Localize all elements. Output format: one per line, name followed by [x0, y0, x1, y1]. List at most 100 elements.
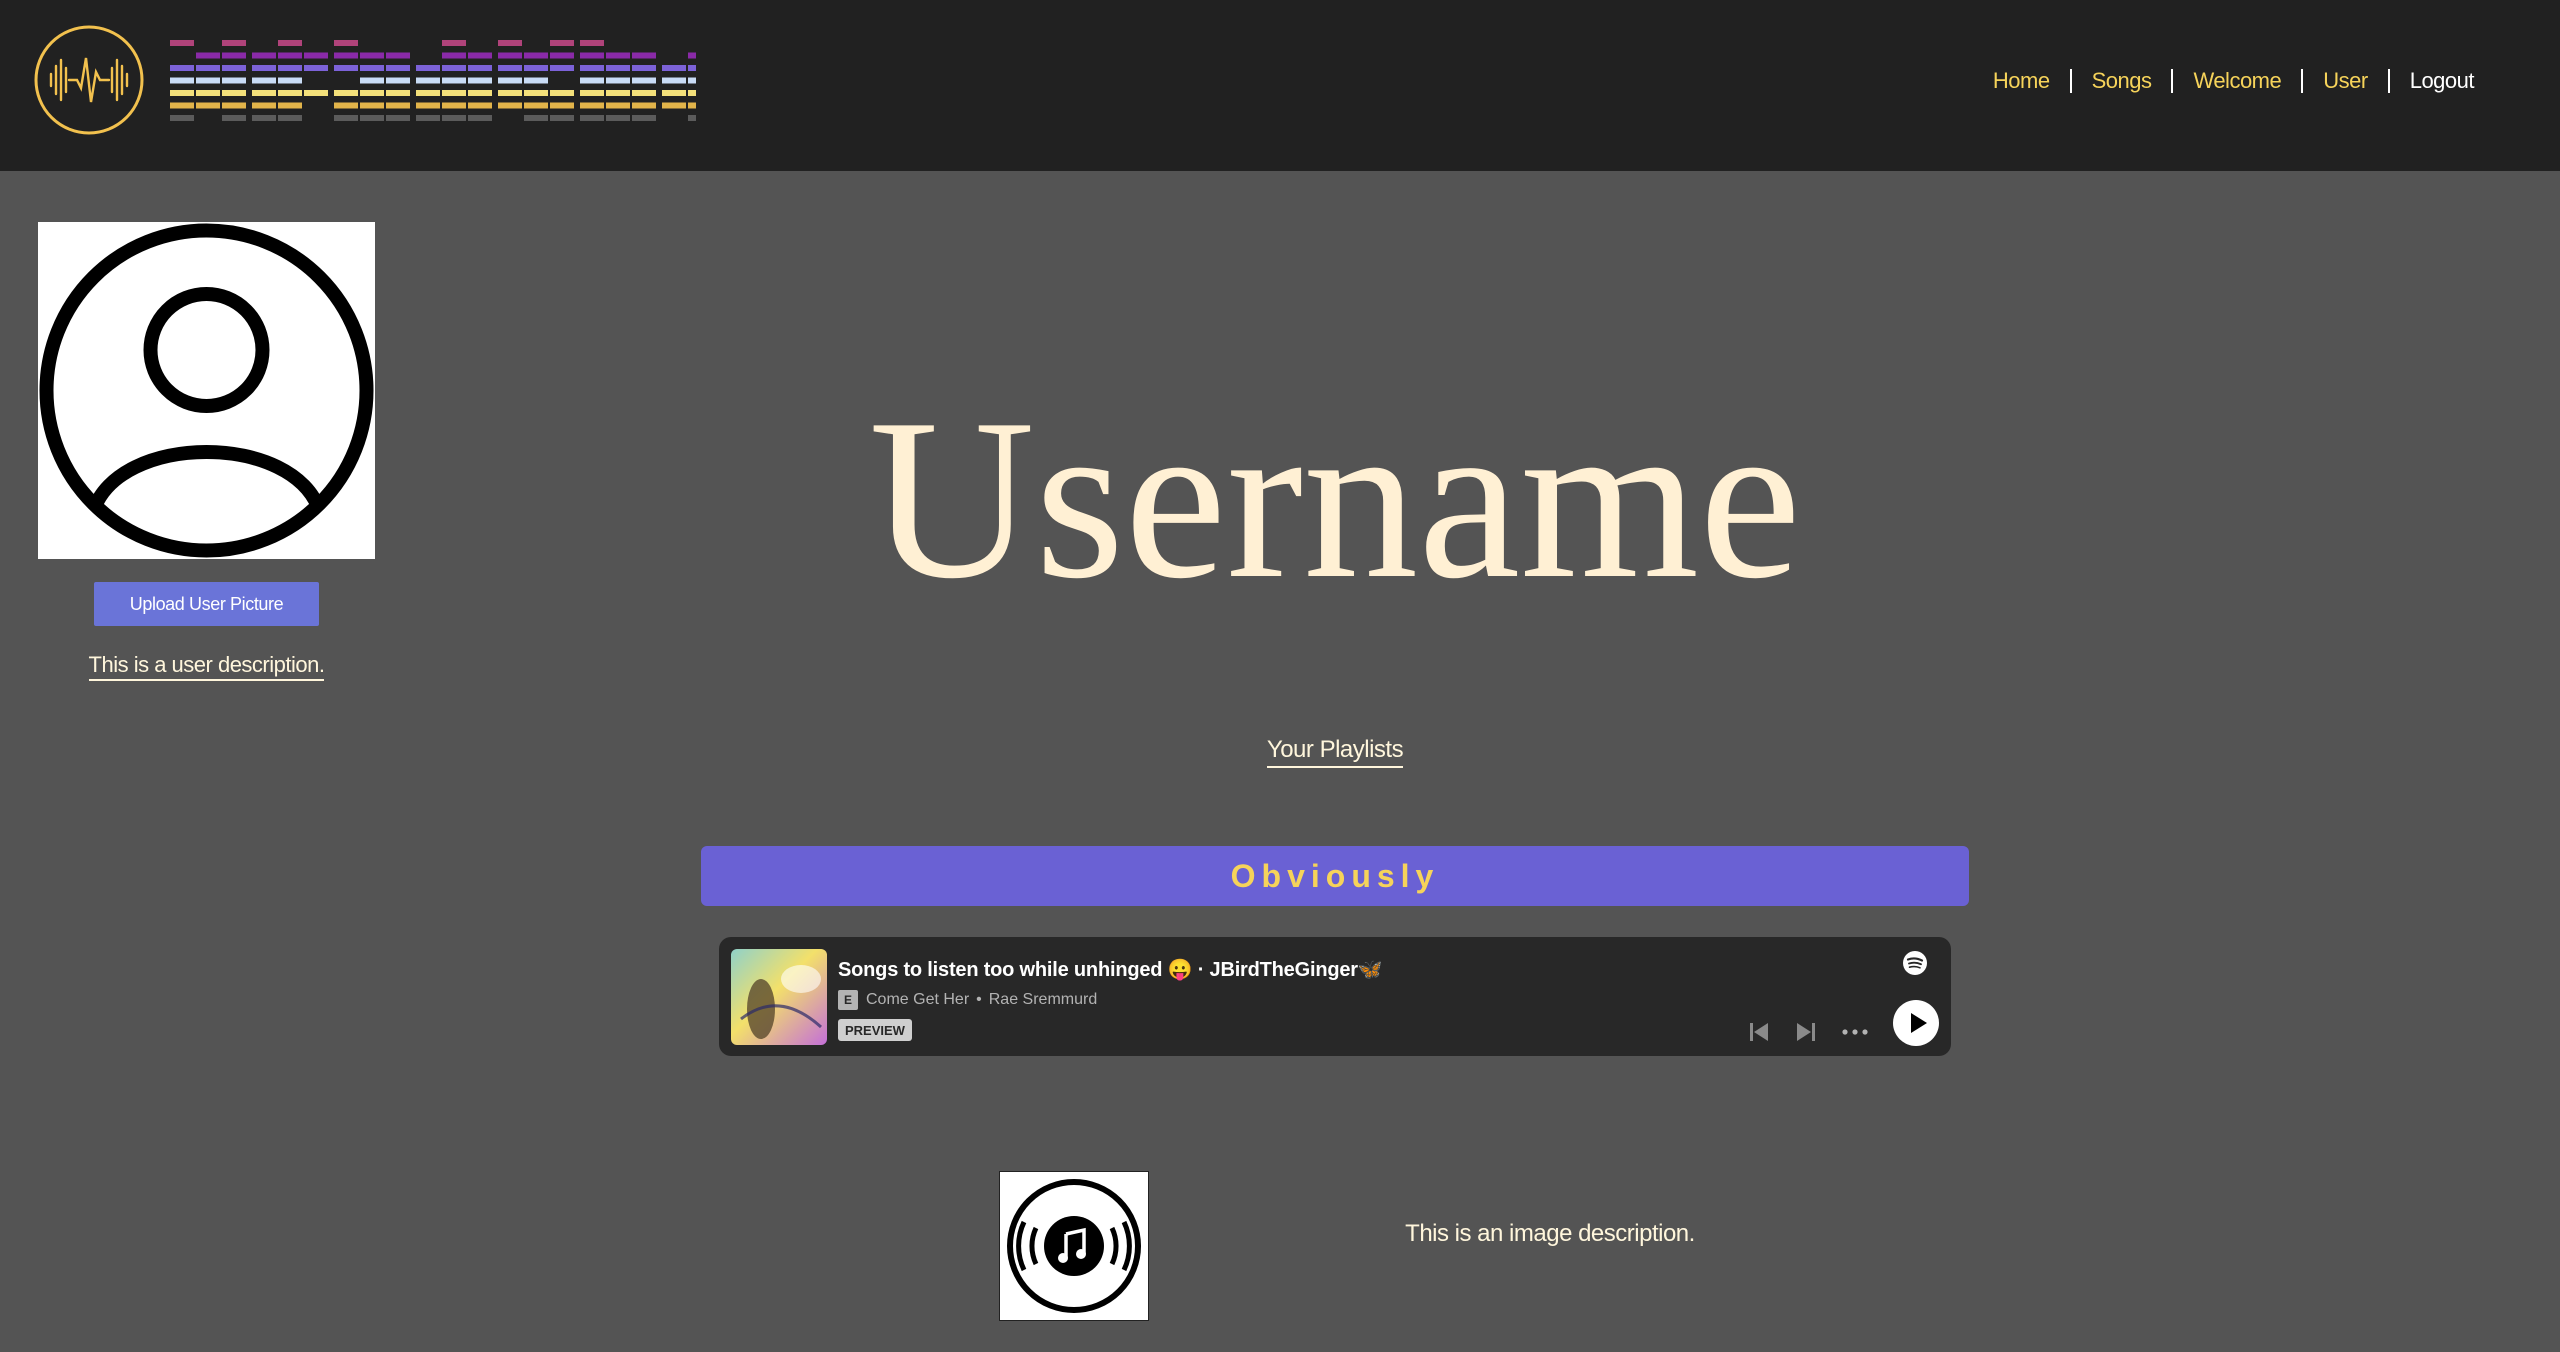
playlists-heading-link[interactable]: Your Playlists — [1266, 736, 1404, 768]
wordmark-bar — [498, 40, 522, 46]
user-silhouette-icon — [39, 223, 374, 558]
wordmark-bar — [170, 77, 194, 84]
wordmark-bar — [688, 52, 696, 59]
spotify-logo-icon[interactable] — [1902, 950, 1928, 976]
wordmark-bar — [632, 102, 656, 109]
wordmark-bar — [498, 65, 522, 71]
wordmark-bar — [688, 102, 696, 109]
wordmark-bar — [222, 52, 246, 59]
wordmark-bar — [252, 90, 276, 96]
play-button-icon[interactable] — [1893, 1000, 1939, 1046]
wordmark-bar — [360, 52, 384, 59]
wordmark-bar — [386, 90, 410, 96]
wordmark-bar — [416, 115, 440, 121]
wordmark-bar — [278, 102, 302, 109]
wordmark-bar — [416, 65, 440, 71]
wordmark-bar — [278, 52, 302, 59]
wordmark-bar — [662, 102, 686, 109]
wordmark-bar — [606, 102, 630, 109]
wordmark-bar — [442, 90, 466, 96]
wordmark-bar — [632, 77, 656, 84]
playlist-name-banner[interactable]: Obviously — [701, 846, 1969, 906]
wordmark-bar — [662, 77, 686, 84]
explicit-badge: E — [838, 990, 858, 1010]
spotify-embed-player: Songs to listen too while unhinged 😛 · J… — [719, 937, 1951, 1056]
wordmark-bar — [252, 102, 276, 109]
embed-playlist-title[interactable]: Songs to listen too while unhinged 😛 · J… — [838, 957, 1383, 982]
nav-songs[interactable]: Songs — [2072, 68, 2172, 94]
wordmark-bar — [688, 90, 696, 96]
wordmark-bar — [632, 52, 656, 59]
wordmark-bar — [580, 115, 604, 121]
wordmark-bar — [386, 102, 410, 109]
wordmark-bar — [498, 90, 522, 96]
wordmark-bar — [524, 90, 548, 96]
wordmark-bar — [498, 52, 522, 59]
wordmark-bar — [442, 40, 466, 46]
wordmark-bar — [550, 102, 574, 109]
wordmark-bar — [170, 102, 194, 109]
wordmark-bar — [442, 115, 466, 121]
wordmark-bar — [222, 40, 246, 46]
nav-logout[interactable]: Logout — [2390, 68, 2494, 94]
embed-track-line: E Come Get Her • Rae Sremmurd — [838, 990, 1097, 1010]
wordmark-bar — [550, 65, 574, 71]
wordmark-bar — [524, 52, 548, 59]
wordmark-bar — [468, 102, 492, 109]
wordmark-bar — [606, 90, 630, 96]
nav-user[interactable]: User — [2303, 68, 2387, 94]
more-options-icon[interactable] — [1840, 1024, 1870, 1040]
wordmark-bar — [468, 52, 492, 59]
wordmark-bar — [334, 52, 358, 59]
wordmark-bar — [278, 40, 302, 46]
wordmark-bar — [468, 77, 492, 84]
album-cover-image[interactable] — [731, 949, 827, 1045]
wordmark-bar — [606, 115, 630, 121]
wordmark-bar — [196, 77, 220, 84]
equalizer-wordmark-logo[interactable] — [170, 38, 696, 128]
music-note-vinyl-icon — [1007, 1179, 1141, 1313]
wordmark-bar — [170, 90, 194, 96]
wordmark-bar — [334, 102, 358, 109]
embed-artist-name[interactable]: Rae Sremmurd — [989, 991, 1097, 1009]
nav-welcome[interactable]: Welcome — [2173, 68, 2301, 94]
wordmark-bar — [524, 77, 548, 84]
wordmark-bar — [416, 102, 440, 109]
wordmark-bar — [662, 90, 686, 96]
wordmark-bar — [580, 65, 604, 71]
next-track-icon[interactable] — [1794, 1020, 1818, 1044]
wordmark-bar — [360, 65, 384, 71]
wordmark-bar — [386, 77, 410, 84]
nav-home[interactable]: Home — [1973, 68, 2070, 94]
user-avatar — [38, 222, 375, 559]
wordmark-bar — [442, 52, 466, 59]
wordmark-bar — [468, 65, 492, 71]
user-description: This is a user description. — [38, 652, 375, 681]
previous-track-icon[interactable] — [1747, 1020, 1771, 1044]
wordmark-bar — [252, 65, 276, 71]
wordmark-bar — [580, 77, 604, 84]
wordmark-bar — [252, 115, 276, 121]
user-description-text[interactable]: This is a user description. — [88, 652, 325, 681]
wordmark-bar — [468, 90, 492, 96]
wordmark-bar — [278, 90, 302, 96]
wordmark-bar — [498, 102, 522, 109]
wordmark-bar — [360, 77, 384, 84]
upload-user-picture-button[interactable]: Upload User Picture — [94, 582, 319, 626]
embed-song-name[interactable]: Come Get Her — [866, 991, 969, 1009]
wordmark-bar — [580, 102, 604, 109]
wordmark-bar — [360, 115, 384, 121]
wordmark-bar — [442, 65, 466, 71]
playlist-item-image[interactable] — [999, 1171, 1149, 1321]
wordmark-bar — [688, 65, 696, 71]
soundwave-logo-icon[interactable] — [33, 24, 145, 136]
wordmark-bar — [222, 102, 246, 109]
wordmark-bar — [498, 77, 522, 84]
wordmark-bar — [416, 90, 440, 96]
wordmark-bar — [524, 115, 548, 121]
wordmark-bar — [196, 52, 220, 59]
wordmark-bar — [550, 52, 574, 59]
wordmark-bar — [196, 65, 220, 71]
playlists-heading: Your Playlists — [1170, 736, 1500, 768]
wordmark-bar — [386, 115, 410, 121]
